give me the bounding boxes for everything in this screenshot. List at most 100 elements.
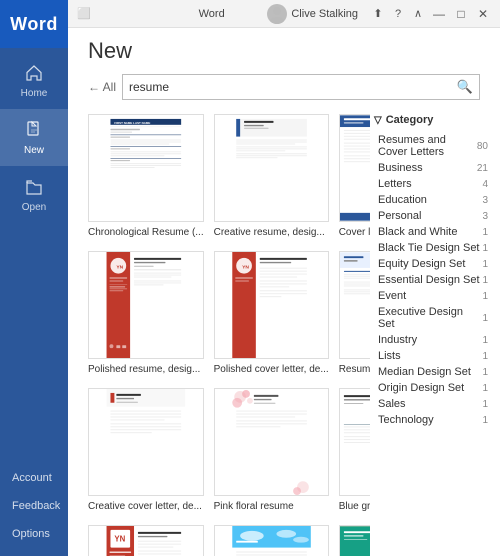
template-item[interactable]: YN: [88, 525, 204, 556]
category-item[interactable]: Letters 4: [374, 176, 492, 192]
category-label: Black Tie Design Set: [378, 242, 480, 254]
template-thumb-8: [214, 388, 329, 496]
sidebar-item-new[interactable]: New: [0, 109, 68, 166]
category-count: 1: [482, 367, 488, 378]
filter-icon: ▽: [374, 115, 382, 126]
category-label: Technology: [378, 414, 434, 426]
category-label: Equity Design Set: [378, 258, 465, 270]
category-item[interactable]: Median Design Set 1: [374, 364, 492, 380]
home-label: Home: [21, 88, 48, 99]
category-label: Lists: [378, 350, 401, 362]
category-item[interactable]: Executive Design Set 1: [374, 304, 492, 332]
template-thumb-9: NAME HERE: [339, 388, 370, 496]
sidebar: Word Home New: [0, 0, 68, 556]
ribbon-icon[interactable]: ⬜: [76, 6, 92, 22]
category-list: Resumes and Cover Letters 80 Business 21…: [374, 132, 492, 428]
sidebar-account[interactable]: Account: [0, 464, 68, 492]
category-item[interactable]: Essential Design Set 1: [374, 272, 492, 288]
category-label: Letters: [378, 178, 412, 190]
category-count: 4: [482, 179, 488, 190]
category-item[interactable]: Personal 3: [374, 208, 492, 224]
search-bar: ← All 🔍: [68, 70, 500, 108]
category-count: 21: [477, 163, 488, 174]
sidebar-item-open[interactable]: Open: [0, 166, 68, 223]
sidebar-item-home[interactable]: Home: [0, 52, 68, 109]
category-label: Essential Design Set: [378, 274, 480, 286]
template-thumb-4: YN: [88, 251, 204, 359]
share-icon[interactable]: ⬆: [370, 6, 386, 22]
maximize-button[interactable]: □: [452, 5, 470, 23]
template-item[interactable]: Resume (color): [339, 251, 370, 376]
category-item[interactable]: Origin Design Set 1: [374, 380, 492, 396]
category-label: Origin Design Set: [378, 382, 464, 394]
category-label: Sales: [378, 398, 406, 410]
template-thumb-6: [339, 251, 370, 359]
close-button[interactable]: ✕: [474, 5, 492, 23]
back-button[interactable]: ← All: [88, 80, 116, 94]
category-panel: ▽ Category Resumes and Cover Letters 80 …: [370, 108, 500, 556]
search-input[interactable]: [129, 80, 457, 94]
search-container: 🔍: [122, 74, 480, 100]
template-thumb-5: YN: [214, 251, 329, 359]
titlebar: ⬜ Word Clive Stalking ⬆ ? ∧ — □ ✕: [68, 0, 500, 28]
sidebar-options[interactable]: Options: [0, 520, 68, 548]
category-label: Industry: [378, 334, 417, 346]
category-count: 1: [482, 275, 488, 286]
sidebar-nav: Home New Open: [0, 48, 68, 464]
category-label: Personal: [378, 210, 421, 222]
titlebar-user: Clive Stalking: [267, 4, 358, 24]
open-icon: [23, 176, 45, 198]
category-item[interactable]: Business 21: [374, 160, 492, 176]
template-name-1: Chronological Resume (...: [88, 226, 204, 239]
category-count: 3: [482, 195, 488, 206]
category-label: Black and White: [378, 226, 457, 238]
ribbon-toggle-icon[interactable]: ∧: [410, 6, 426, 22]
search-icon[interactable]: 🔍: [457, 79, 473, 95]
template-item[interactable]: NAME HERE Blue grey resume: [339, 388, 370, 513]
help-icon[interactable]: ?: [390, 6, 406, 22]
category-count: 1: [482, 227, 488, 238]
template-name-2: Creative resume, desig...: [214, 226, 329, 239]
category-count: 1: [482, 415, 488, 426]
template-item[interactable]: YN: [214, 251, 329, 376]
template-item[interactable]: Creative resume, desig...: [214, 114, 329, 239]
category-item[interactable]: Industry 1: [374, 332, 492, 348]
minimize-button[interactable]: —: [430, 5, 448, 23]
template-thumb-10: YN: [88, 525, 204, 556]
category-count: 1: [482, 399, 488, 410]
template-name-9: Blue grey resume: [339, 500, 370, 513]
template-item[interactable]: FIRST NAME LAST NAME: [88, 114, 204, 239]
template-item[interactable]: Pink floral resume: [214, 388, 329, 513]
category-item[interactable]: Education 3: [374, 192, 492, 208]
category-count: 3: [482, 211, 488, 222]
category-item[interactable]: Equity Design Set 1: [374, 256, 492, 272]
template-thumb-7: [88, 388, 204, 496]
sidebar-bottom: Account Feedback Options: [0, 464, 68, 556]
template-item[interactable]: Cover letter (blue): [339, 114, 370, 239]
category-item[interactable]: Black and White 1: [374, 224, 492, 240]
template-thumb-11: [214, 525, 329, 556]
user-name: Clive Stalking: [291, 8, 358, 20]
category-label: Business: [378, 162, 423, 174]
category-item[interactable]: Event 1: [374, 288, 492, 304]
template-item[interactable]: Creative cover letter, de...: [88, 388, 204, 513]
template-item[interactable]: Blue sky resume: [214, 525, 329, 556]
sidebar-feedback[interactable]: Feedback: [0, 492, 68, 520]
template-name-7: Creative cover letter, de...: [88, 500, 204, 513]
template-name-3: Cover letter (blue): [339, 226, 370, 239]
template-item[interactable]: YN: [88, 251, 204, 376]
template-item[interactable]: Headshot resume: [339, 525, 370, 556]
category-item[interactable]: Sales 1: [374, 396, 492, 412]
template-grid: FIRST NAME LAST NAME: [68, 108, 370, 556]
new-label: New: [24, 145, 44, 156]
category-count: 1: [482, 383, 488, 394]
category-header: ▽ Category: [374, 114, 492, 126]
category-item[interactable]: Resumes and Cover Letters 80: [374, 132, 492, 160]
category-item[interactable]: Lists 1: [374, 348, 492, 364]
home-icon: [23, 62, 45, 84]
category-item[interactable]: Black Tie Design Set 1: [374, 240, 492, 256]
template-thumb-1: FIRST NAME LAST NAME: [88, 114, 204, 222]
template-name-5: Polished cover letter, de...: [214, 363, 329, 376]
category-item[interactable]: Technology 1: [374, 412, 492, 428]
svg-text:FIRST NAME LAST NAME: FIRST NAME LAST NAME: [114, 121, 150, 125]
